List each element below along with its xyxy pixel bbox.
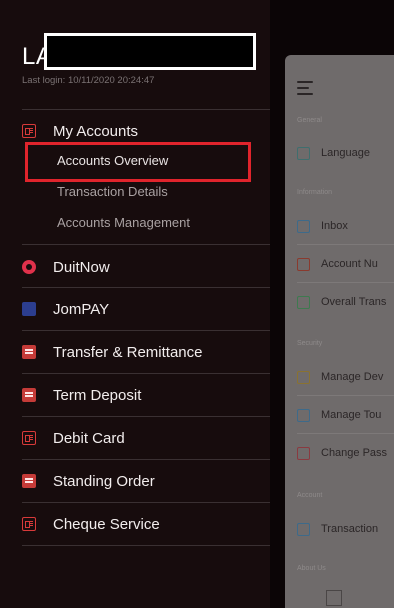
divider [297,244,394,245]
divider [22,459,270,460]
section-about: About Us [297,565,326,572]
divider [22,545,270,546]
navigation-drawer: LA Last login: 10/11/2020 20:24:47 My Ac… [0,0,270,608]
menu-item-jompay[interactable]: JomPAY [22,294,270,324]
menu-item-transfer-remittance[interactable]: Transfer & Remittance [22,337,270,367]
settings-item-overall-transactions: Overall Trans [297,292,394,312]
divider [22,502,270,503]
divider [22,330,270,331]
submenu-accounts-management[interactable]: Accounts Management [57,215,190,230]
settings-item-language: Language [297,143,394,163]
accounts-card-icon [22,124,36,138]
background-settings-panel: General Language Information Inbox Accou… [285,55,394,608]
settings-item-label: Inbox [321,220,348,232]
menu-item-duitnow[interactable]: DuitNow [22,252,270,282]
settings-item-manage-touch: Manage Tou [297,405,394,425]
lock-icon [297,446,310,460]
divider [297,433,394,434]
section-account: Account [297,492,323,499]
section-general: General [297,117,322,124]
divider [297,395,394,396]
term-deposit-icon [22,388,36,402]
submenu-transaction-details[interactable]: Transaction Details [57,184,168,199]
fingerprint-icon [297,408,310,422]
menu-item-label: Debit Card [53,429,125,447]
menu-item-term-deposit[interactable]: Term Deposit [22,380,270,410]
settings-item-inbox: Inbox [297,216,394,236]
settings-item-label: Manage Tou [321,409,382,421]
menu-item-debit-card[interactable]: Debit Card [22,423,270,453]
divider [22,109,270,110]
settings-item-transaction: Transaction [297,519,394,539]
menu-item-label: Cheque Service [53,515,160,533]
settings-item-label: Transaction [321,523,379,535]
highlight-annotation-box [25,142,251,182]
debit-card-icon [22,431,36,445]
menu-item-cheque-service[interactable]: Cheque Service [22,509,270,539]
divider [297,282,394,283]
divider [22,373,270,374]
menu-item-label: Standing Order [53,472,155,490]
divider [22,244,270,245]
last-login-text: Last login: 10/11/2020 20:24:47 [22,75,155,86]
settings-item-account-number: Account Nu [297,254,394,274]
settings-item-manage-devices: Manage Dev [297,367,394,387]
inbox-icon [297,219,310,233]
language-icon [297,146,310,160]
transaction-icon [297,522,310,536]
standing-order-icon [22,474,36,488]
account-number-icon [297,257,310,271]
device-icon [297,370,310,384]
transfer-icon [22,345,36,359]
overall-transactions-icon [297,295,310,309]
section-information: Information [297,189,333,196]
section-security: Security [297,340,323,347]
menu-item-label: Term Deposit [53,386,142,404]
menu-item-label: My Accounts [53,122,139,140]
cheque-icon [22,517,36,531]
menu-item-label: Transfer & Remittance [53,343,203,361]
settings-item-label: Overall Trans [321,296,387,308]
divider [22,287,270,288]
hamburger-menu-icon [297,81,313,99]
duitnow-icon [22,260,36,274]
settings-item-label: Language [321,147,370,159]
menu-item-label: JomPAY [53,300,110,318]
home-icon [326,590,342,606]
settings-item-change-password: Change Pass [297,443,394,463]
menu-item-standing-order[interactable]: Standing Order [22,466,270,496]
settings-item-label: Account Nu [321,258,378,270]
jompay-icon [22,302,36,316]
settings-item-label: Manage Dev [321,371,384,383]
redacted-name-box [44,33,256,70]
settings-item-label: Change Pass [321,447,388,459]
menu-item-label: DuitNow [53,258,110,276]
divider [22,416,270,417]
